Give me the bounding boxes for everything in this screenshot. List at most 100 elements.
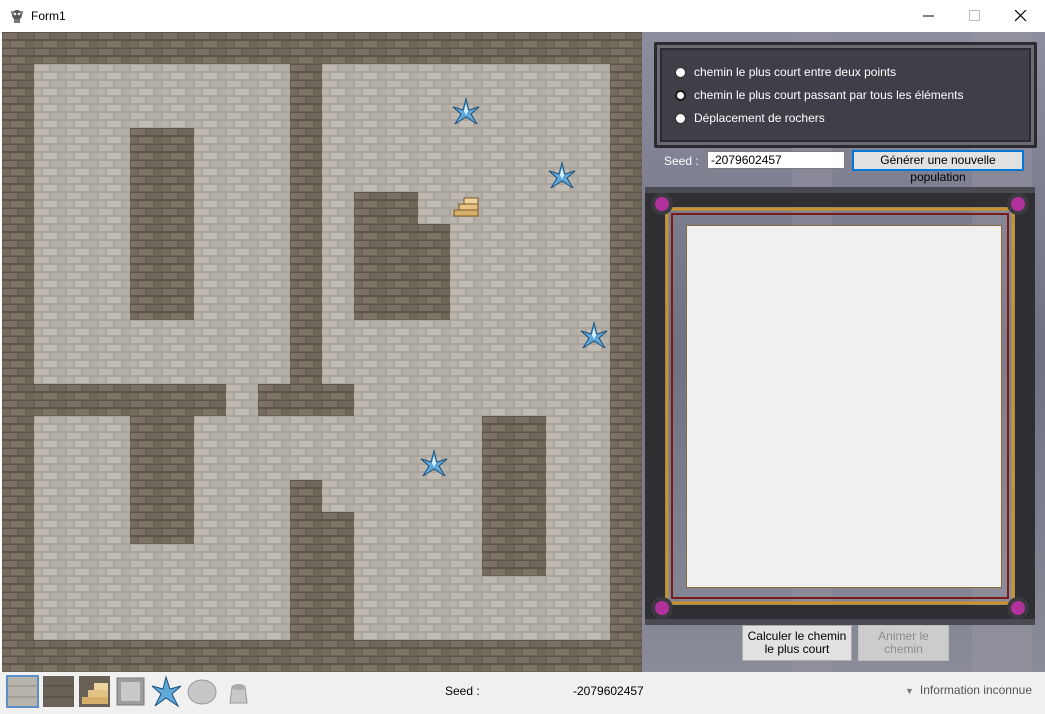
floor-tile[interactable]: [386, 480, 418, 512]
wall-tile[interactable]: [578, 640, 610, 672]
wall-tile[interactable]: [2, 288, 34, 320]
floor-tile[interactable]: [194, 608, 226, 640]
floor-tile[interactable]: [130, 608, 162, 640]
wall-tile[interactable]: [386, 224, 418, 256]
floor-tile[interactable]: [194, 160, 226, 192]
floor-tile[interactable]: [546, 384, 578, 416]
wall-tile[interactable]: [482, 416, 514, 448]
floor-tile[interactable]: [98, 128, 130, 160]
wall-tile[interactable]: [226, 640, 258, 672]
wall-tile[interactable]: [162, 192, 194, 224]
floor-tile[interactable]: [226, 544, 258, 576]
wall-tile[interactable]: [354, 256, 386, 288]
floor-tile[interactable]: [322, 64, 354, 96]
floor-tile[interactable]: [98, 512, 130, 544]
wall-tile[interactable]: [2, 256, 34, 288]
floor-tile[interactable]: [66, 256, 98, 288]
wall-tile[interactable]: [482, 544, 514, 576]
floor-tile[interactable]: [290, 416, 322, 448]
floor-tile[interactable]: [98, 448, 130, 480]
wall-tile[interactable]: [2, 640, 34, 672]
wall-tile[interactable]: [514, 448, 546, 480]
floor-tile[interactable]: [226, 576, 258, 608]
floor-tile[interactable]: [226, 448, 258, 480]
wall-tile[interactable]: [290, 544, 322, 576]
wall-tile[interactable]: [98, 640, 130, 672]
wall-tile[interactable]: [130, 224, 162, 256]
floor-tile[interactable]: [34, 160, 66, 192]
floor-tile[interactable]: [450, 128, 482, 160]
floor-tile[interactable]: [386, 128, 418, 160]
wall-tile[interactable]: [130, 288, 162, 320]
floor-tile[interactable]: [34, 192, 66, 224]
floor-tile[interactable]: [66, 512, 98, 544]
floor-tile[interactable]: [354, 160, 386, 192]
wall-tile[interactable]: [354, 288, 386, 320]
rock-tile-icon[interactable]: [186, 675, 219, 708]
floor-tile[interactable]: [418, 160, 450, 192]
floor-tile[interactable]: [482, 320, 514, 352]
floor-tile[interactable]: [258, 128, 290, 160]
floor-tile[interactable]: [546, 320, 578, 352]
floor-tile[interactable]: [386, 512, 418, 544]
floor-tile[interactable]: [322, 224, 354, 256]
wall-tile[interactable]: [162, 224, 194, 256]
wall-tile[interactable]: [514, 416, 546, 448]
wall-tile[interactable]: [130, 384, 162, 416]
floor-tile[interactable]: [194, 448, 226, 480]
floor-tile[interactable]: [450, 416, 482, 448]
floor-tile[interactable]: [482, 384, 514, 416]
calculate-shortest-path-button[interactable]: Calculer le chemin le plus court: [742, 625, 852, 661]
floor-tile[interactable]: [546, 448, 578, 480]
wall-tile[interactable]: [610, 96, 642, 128]
floor-tile[interactable]: [194, 512, 226, 544]
floor-tile[interactable]: [162, 544, 194, 576]
wall-tile[interactable]: [514, 640, 546, 672]
floor-tile[interactable]: [546, 576, 578, 608]
floor-tile[interactable]: [226, 128, 258, 160]
wall-tile[interactable]: [2, 608, 34, 640]
floor-tile[interactable]: [258, 480, 290, 512]
wall-tile[interactable]: [290, 512, 322, 544]
wall-tile[interactable]: [2, 160, 34, 192]
floor-tile[interactable]: [578, 544, 610, 576]
wall-tile[interactable]: [98, 32, 130, 64]
floor-tile[interactable]: [98, 416, 130, 448]
floor-tile[interactable]: [226, 224, 258, 256]
floor-tile[interactable]: [162, 352, 194, 384]
wall-tile[interactable]: [130, 256, 162, 288]
pot-tile-icon[interactable]: [222, 675, 255, 708]
output-textbox[interactable]: [686, 225, 1002, 588]
floor-tile[interactable]: [66, 480, 98, 512]
floor-tile[interactable]: [130, 352, 162, 384]
wall-tile[interactable]: [130, 448, 162, 480]
floor-tile[interactable]: [450, 480, 482, 512]
floor-tile[interactable]: [386, 352, 418, 384]
floor-tile[interactable]: [194, 352, 226, 384]
wall-tile[interactable]: [482, 448, 514, 480]
floor-tile[interactable]: [418, 352, 450, 384]
wall-tile[interactable]: [290, 256, 322, 288]
wall-tile[interactable]: [2, 384, 34, 416]
floor-tile[interactable]: [450, 544, 482, 576]
wall-tile[interactable]: [322, 576, 354, 608]
floor-tile[interactable]: [386, 160, 418, 192]
floor-tile[interactable]: [546, 224, 578, 256]
floor-tile[interactable]: [578, 96, 610, 128]
floor-tile[interactable]: [514, 160, 546, 192]
floor-tile[interactable]: [354, 384, 386, 416]
floor-tile[interactable]: [418, 64, 450, 96]
wall-tile[interactable]: [290, 192, 322, 224]
floor-tile[interactable]: [130, 64, 162, 96]
floor-tile[interactable]: [578, 224, 610, 256]
floor-tile[interactable]: [98, 64, 130, 96]
floor-tile[interactable]: [514, 288, 546, 320]
floor-tile[interactable]: [578, 288, 610, 320]
floor-tile[interactable]: [418, 480, 450, 512]
floor-tile[interactable]: [130, 96, 162, 128]
wall-tile[interactable]: [610, 576, 642, 608]
floor-tile[interactable]: [578, 416, 610, 448]
floor-tile[interactable]: [98, 608, 130, 640]
floor-tile[interactable]: [418, 608, 450, 640]
wall-tile[interactable]: [578, 32, 610, 64]
